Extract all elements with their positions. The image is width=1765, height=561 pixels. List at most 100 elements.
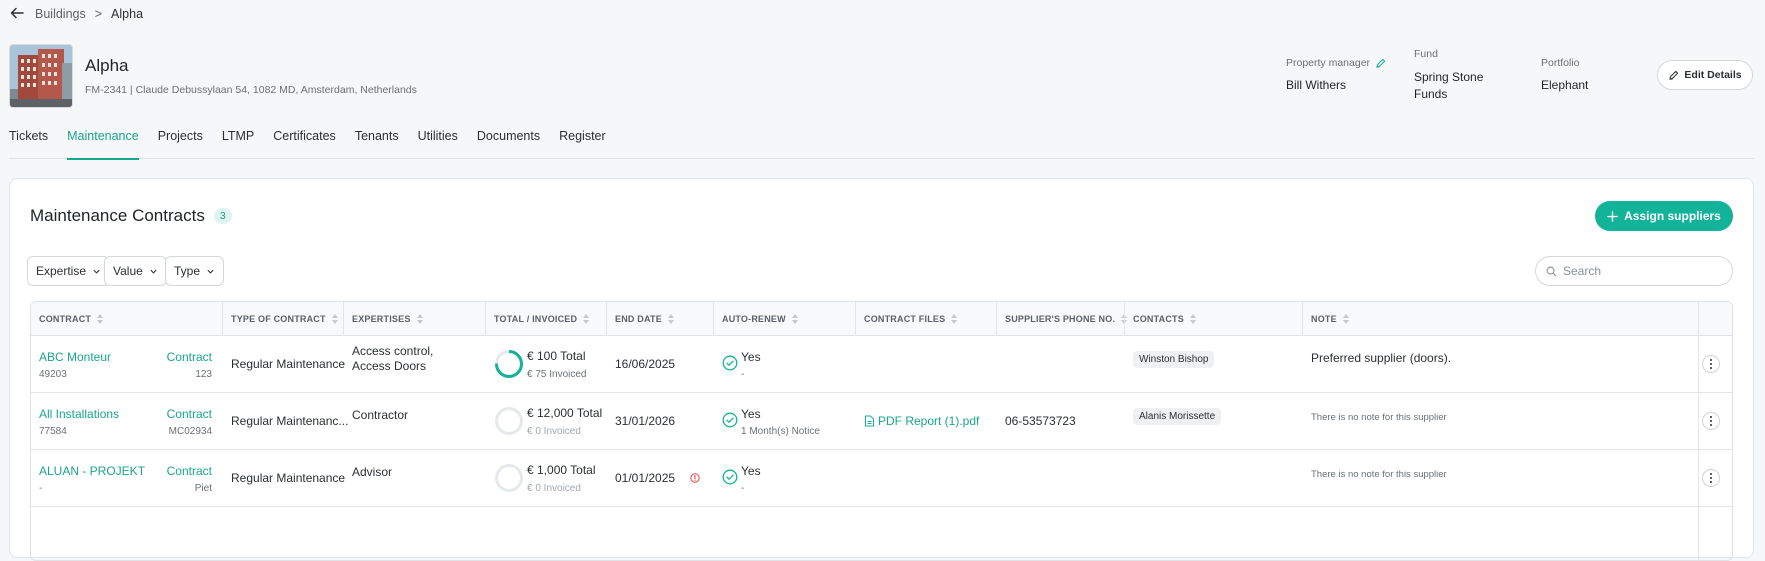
column-auto-renew[interactable]: AUTO-RENEW <box>722 314 798 324</box>
contracts-table: CONTRACT TYPE OF CONTRACT EXPERTISES TOT… <box>30 301 1733 561</box>
column-contacts-label: CONTACTS <box>1133 314 1184 324</box>
column-contract-files[interactable]: CONTRACT FILES <box>864 314 958 324</box>
column-divider <box>996 302 997 336</box>
assign-suppliers-button[interactable]: Assign suppliers <box>1595 201 1733 231</box>
portfolio-label: Portfolio <box>1541 57 1580 69</box>
notice-period: 1 Month(s) Notice <box>741 426 820 437</box>
expertise-line2: Access Doors <box>352 359 427 373</box>
sort-icon <box>416 314 423 324</box>
chevron-down-icon <box>93 269 100 274</box>
sort-icon <box>791 314 798 324</box>
property-manager-value: Bill Withers <box>1286 78 1347 92</box>
end-date: 16/06/2025 <box>615 357 676 371</box>
supplier-id: - <box>39 483 43 494</box>
column-phone[interactable]: SUPPLIER'S PHONE NO. <box>1005 314 1128 324</box>
supplier-name-link[interactable]: All Installations <box>39 407 119 422</box>
column-total-invoiced[interactable]: TOTAL / INVOICED <box>494 314 590 324</box>
column-contacts[interactable]: CONTACTS <box>1133 314 1196 324</box>
sort-icon <box>951 314 958 324</box>
row-actions-button[interactable] <box>1702 412 1720 430</box>
contract-type: Regular Maintenance <box>231 357 346 371</box>
note-text: There is no note for this supplier <box>1311 469 1447 480</box>
contract-type: Regular Maintenanc... <box>231 414 349 428</box>
table-row: ALUAN - PROJEKT - Contract Piet Regular … <box>31 450 1732 507</box>
tab-bar: Tickets Maintenance Projects LTMP Certif… <box>9 128 1754 160</box>
pencil-icon[interactable] <box>1375 58 1386 69</box>
column-expertises[interactable]: EXPERTISES <box>352 314 423 324</box>
filter-value-label: Value <box>113 264 143 278</box>
tab-tickets[interactable]: Tickets <box>9 128 48 159</box>
tab-utilities[interactable]: Utilities <box>418 128 458 159</box>
contract-link[interactable]: Contract <box>167 464 212 479</box>
tab-maintenance[interactable]: Maintenance <box>67 128 139 160</box>
column-end-date[interactable]: END DATE <box>615 314 674 324</box>
contact-tag[interactable]: Alanis Morissette <box>1133 408 1222 425</box>
column-phone-label: SUPPLIER'S PHONE NO. <box>1005 314 1116 324</box>
tab-certificates[interactable]: Certificates <box>273 128 336 159</box>
edit-details-label: Edit Details <box>1684 69 1742 81</box>
tab-register[interactable]: Register <box>559 128 606 159</box>
kebab-icon <box>1710 358 1712 370</box>
end-date: 31/01/2026 <box>615 414 676 428</box>
contract-file-link[interactable]: PDF Report (1).pdf <box>878 414 979 429</box>
tab-documents[interactable]: Documents <box>477 128 540 159</box>
contact-tag[interactable]: Winston Bishop <box>1133 351 1215 368</box>
sort-icon <box>331 314 338 324</box>
file-icon <box>865 415 874 427</box>
supplier-name-link[interactable]: ABC Monteur <box>39 350 111 365</box>
contract-link[interactable]: Contract <box>167 350 212 365</box>
sort-icon <box>667 314 674 324</box>
table-row: ABC Monteur 49203 Contract 123 Regular M… <box>31 336 1732 393</box>
column-type[interactable]: TYPE OF CONTRACT <box>231 314 338 324</box>
contract-link[interactable]: Contract <box>167 407 212 422</box>
sort-icon <box>1342 314 1349 324</box>
fund-value-line2: Funds <box>1414 87 1448 101</box>
fund-value-line1: Spring Stone <box>1414 70 1484 84</box>
row-actions-button[interactable] <box>1702 355 1720 373</box>
column-contract-label: CONTRACT <box>39 314 92 324</box>
filter-value[interactable]: Value <box>104 256 167 286</box>
notice-period: - <box>741 369 745 380</box>
column-divider <box>485 302 486 336</box>
breadcrumb-buildings[interactable]: Buildings <box>35 7 86 21</box>
invoiced-amount: € 0 Invoiced <box>527 483 581 494</box>
table-header: CONTRACT TYPE OF CONTRACT EXPERTISES TOT… <box>31 302 1732 336</box>
check-circle-icon <box>722 469 738 485</box>
breadcrumb-current: Alpha <box>111 7 144 21</box>
search-icon <box>1546 266 1557 276</box>
total-amount: € 12,000 Total <box>527 406 603 420</box>
invoiced-progress-ring <box>495 350 523 378</box>
column-note[interactable]: NOTE <box>1311 314 1349 324</box>
sort-icon <box>583 314 590 324</box>
filter-type[interactable]: Type <box>165 256 225 286</box>
column-divider <box>343 302 344 336</box>
column-divider <box>713 302 714 336</box>
column-divider <box>1302 302 1303 336</box>
contract-type: Regular Maintenance <box>231 471 346 485</box>
auto-renew-value: Yes <box>741 464 761 478</box>
auto-renew-value: Yes <box>741 407 761 421</box>
breadcrumb-bar: Buildings > Alpha <box>0 0 1765 28</box>
tab-ltmp[interactable]: LTMP <box>222 128 254 159</box>
column-contract[interactable]: CONTRACT <box>39 314 104 324</box>
edit-details-button[interactable]: Edit Details <box>1657 60 1753 90</box>
contract-number: MC02934 <box>168 426 212 437</box>
search-input[interactable] <box>1563 264 1723 278</box>
tab-projects[interactable]: Projects <box>158 128 203 159</box>
supplier-id: 77584 <box>39 426 67 437</box>
column-divider <box>222 302 223 336</box>
filter-expertise[interactable]: Expertise <box>27 256 111 286</box>
invoiced-progress-ring <box>495 407 523 435</box>
row-actions-button[interactable] <box>1702 469 1720 487</box>
column-type-label: TYPE OF CONTRACT <box>231 314 326 324</box>
notice-period: - <box>741 483 745 494</box>
column-total-label: TOTAL / INVOICED <box>494 314 578 324</box>
tab-tenants[interactable]: Tenants <box>355 128 399 159</box>
table-row: All Installations 77584 Contract MC02934… <box>31 393 1732 450</box>
supplier-id: 49203 <box>39 369 67 380</box>
expertise-line1: Advisor <box>352 465 393 479</box>
arrow-left-icon[interactable] <box>9 5 25 21</box>
search-box <box>1535 256 1733 286</box>
kebab-icon <box>1710 472 1712 484</box>
supplier-name-link[interactable]: ALUAN - PROJEKT <box>39 464 145 479</box>
